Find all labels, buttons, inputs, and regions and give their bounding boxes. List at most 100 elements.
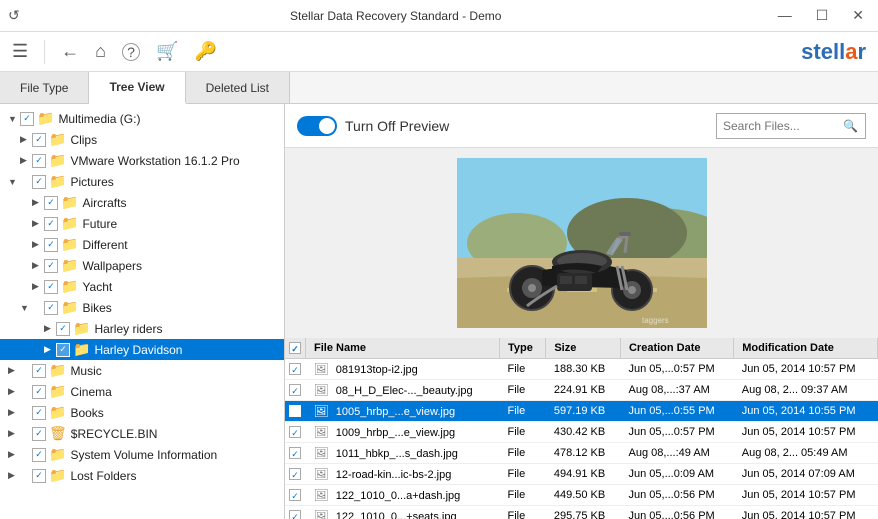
tree-checkbox[interactable]: ✓: [44, 301, 58, 315]
table-row[interactable]: 🖼 08_H_D_Elec-..._beauty.jpg File 224.91…: [285, 380, 878, 401]
search-input[interactable]: [723, 119, 843, 133]
expand-arrow: ▶: [32, 218, 44, 229]
search-box[interactable]: 🔍: [716, 113, 866, 139]
tab-tree-view[interactable]: Tree View: [89, 72, 185, 104]
svg-text:taggers: taggers: [642, 316, 669, 325]
row-size: 224.91 KB: [546, 380, 621, 401]
home-button[interactable]: ⌂: [95, 41, 106, 62]
row-checkbox[interactable]: [289, 447, 301, 459]
tree-item-pictures[interactable]: ▼ ✓ 📁 Pictures: [0, 171, 284, 192]
tree-checkbox[interactable]: ✓: [32, 154, 46, 168]
tree-item-harley-davidson[interactable]: ▶ ✓ 📁 Harley Davidson: [0, 339, 284, 360]
tree-item-vmware[interactable]: ▶ ✓ 📁 VMware Workstation 16.1.2 Pro: [0, 150, 284, 171]
folder-icon: 📁: [61, 299, 78, 316]
back-button[interactable]: ←: [61, 41, 79, 62]
tree-checkbox[interactable]: ✓: [32, 469, 46, 483]
tree-item-cinema[interactable]: ▶ ✓ 📁 Cinema: [0, 381, 284, 402]
tree-item-lost-folders[interactable]: ▶ ✓ 📁 Lost Folders: [0, 465, 284, 486]
tree-item-books[interactable]: ▶ ✓ 📁 Books: [0, 402, 284, 423]
row-checkbox[interactable]: [289, 426, 301, 438]
tree-item-bikes[interactable]: ▼ ✓ 📁 Bikes: [0, 297, 284, 318]
expand-arrow: ▶: [8, 365, 32, 376]
table-row[interactable]: 🖼 081913top-i2.jpg File 188.30 KB Jun 05…: [285, 359, 878, 380]
row-checkbox-cell: [285, 401, 306, 422]
tree-checkbox[interactable]: ✓: [44, 259, 58, 273]
key-button[interactable]: 🔑: [194, 41, 216, 62]
folder-icon: 📁: [49, 383, 66, 400]
minimize-button[interactable]: —: [772, 5, 798, 26]
tree-checkbox[interactable]: ✓: [44, 238, 58, 252]
row-checkbox[interactable]: [289, 384, 301, 396]
table-row[interactable]: 🖼 12-road-kin...ic-bs-2.jpg File 494.91 …: [285, 464, 878, 485]
close-button[interactable]: ✕: [846, 5, 870, 26]
folder-icon: 📁: [61, 236, 78, 253]
col-header-size[interactable]: Size: [546, 338, 621, 359]
row-size: 597.19 KB: [546, 401, 621, 422]
tree-checkbox[interactable]: ✓: [56, 343, 70, 357]
tree-item-clips[interactable]: ▶ ✓ 📁 Clips: [0, 129, 284, 150]
row-modification: Aug 08, 2... 09:37 AM: [734, 380, 878, 401]
folder-icon: 📁: [73, 341, 90, 358]
table-row[interactable]: 🖼 122_1010_0...a+dash.jpg File 449.50 KB…: [285, 485, 878, 506]
row-filename: 🖼 122_1010_0...a+dash.jpg: [306, 485, 500, 506]
col-header-filename[interactable]: File Name: [306, 338, 500, 359]
preview-toggle[interactable]: [297, 116, 337, 136]
tree-checkbox[interactable]: ✓: [56, 322, 70, 336]
col-header-creation[interactable]: Creation Date: [620, 338, 733, 359]
tree-item-music[interactable]: ▶ ✓ 📁 Music: [0, 360, 284, 381]
expand-arrow: ▶: [8, 386, 32, 397]
motorcycle-preview-svg: taggers: [457, 158, 707, 328]
header-checkbox[interactable]: [289, 342, 301, 354]
col-header-modification[interactable]: Modification Date: [734, 338, 878, 359]
cart-button[interactable]: 🛒: [156, 41, 178, 62]
tree-checkbox[interactable]: ✓: [32, 406, 46, 420]
back-icon[interactable]: ↺: [8, 7, 20, 24]
file-icon: 🖼: [314, 467, 329, 481]
row-modification: Aug 08, 2... 05:49 AM: [734, 443, 878, 464]
tree-checkbox[interactable]: ✓: [44, 217, 58, 231]
menu-icon[interactable]: ☰: [12, 41, 28, 62]
tree-checkbox[interactable]: ✓: [32, 448, 46, 462]
row-filename: 🖼 1005_hrbp_...e_view.jpg: [306, 401, 500, 422]
row-checkbox[interactable]: [289, 405, 301, 417]
tree-checkbox[interactable]: ✓: [32, 364, 46, 378]
tree-checkbox[interactable]: ✓: [32, 427, 46, 441]
tree-checkbox[interactable]: ✓: [44, 196, 58, 210]
row-checkbox[interactable]: [289, 489, 301, 501]
row-filename: 🖼 12-road-kin...ic-bs-2.jpg: [306, 464, 500, 485]
tree-item-future[interactable]: ▶ ✓ 📁 Future: [0, 213, 284, 234]
tree-checkbox[interactable]: ✓: [32, 133, 46, 147]
row-modification: Jun 05, 2014 10:57 PM: [734, 506, 878, 519]
tab-file-type[interactable]: File Type: [0, 72, 89, 103]
row-filename: 🖼 081913top-i2.jpg: [306, 359, 500, 380]
tree-item-wallpapers[interactable]: ▶ ✓ 📁 Wallpapers: [0, 255, 284, 276]
tree-checkbox[interactable]: ✓: [44, 280, 58, 294]
tree-checkbox[interactable]: ✓: [32, 175, 46, 189]
table-row[interactable]: 🖼 1011_hbkp_...s_dash.jpg File 478.12 KB…: [285, 443, 878, 464]
help-button[interactable]: ?: [122, 43, 140, 61]
expand-arrow: ▼: [20, 303, 44, 313]
tree-item-harley-riders[interactable]: ▶ ✓ 📁 Harley riders: [0, 318, 284, 339]
tree-item-multimedia[interactable]: ▼ ✓ 📁 Multimedia (G:): [0, 108, 284, 129]
tree-checkbox[interactable]: ✓: [20, 112, 34, 126]
row-checkbox[interactable]: [289, 510, 301, 519]
folder-icon: 📁: [61, 257, 78, 274]
tree-item-yacht[interactable]: ▶ ✓ 📁 Yacht: [0, 276, 284, 297]
table-row[interactable]: 🖼 122_1010_0...+seats.jpg File 295.75 KB…: [285, 506, 878, 519]
tree-checkbox[interactable]: ✓: [32, 385, 46, 399]
row-checkbox[interactable]: [289, 468, 301, 480]
tree-panel: ▼ ✓ 📁 Multimedia (G:) ▶ ✓ 📁 Clips ▶ ✓ 📁 …: [0, 104, 285, 519]
tree-item-different[interactable]: ▶ ✓ 📁 Different: [0, 234, 284, 255]
expand-arrow: ▶: [8, 407, 32, 418]
col-header-type[interactable]: Type: [499, 338, 545, 359]
table-row[interactable]: 🖼 1005_hrbp_...e_view.jpg File 597.19 KB…: [285, 401, 878, 422]
tab-deleted-list[interactable]: Deleted List: [186, 72, 290, 103]
row-checkbox-cell: [285, 422, 306, 443]
tree-item-sysvolinfo[interactable]: ▶ ✓ 📁 System Volume Information: [0, 444, 284, 465]
table-row[interactable]: 🖼 1009_hrbp_...e_view.jpg File 430.42 KB…: [285, 422, 878, 443]
folder-icon: 📁: [49, 404, 66, 421]
tree-item-recycle[interactable]: ▶ ✓ 🗑 $RECYCLE.BIN: [0, 423, 284, 444]
maximize-button[interactable]: ☐: [810, 5, 835, 26]
row-checkbox[interactable]: [289, 363, 301, 375]
tree-item-aircrafts[interactable]: ▶ ✓ 📁 Aircrafts: [0, 192, 284, 213]
